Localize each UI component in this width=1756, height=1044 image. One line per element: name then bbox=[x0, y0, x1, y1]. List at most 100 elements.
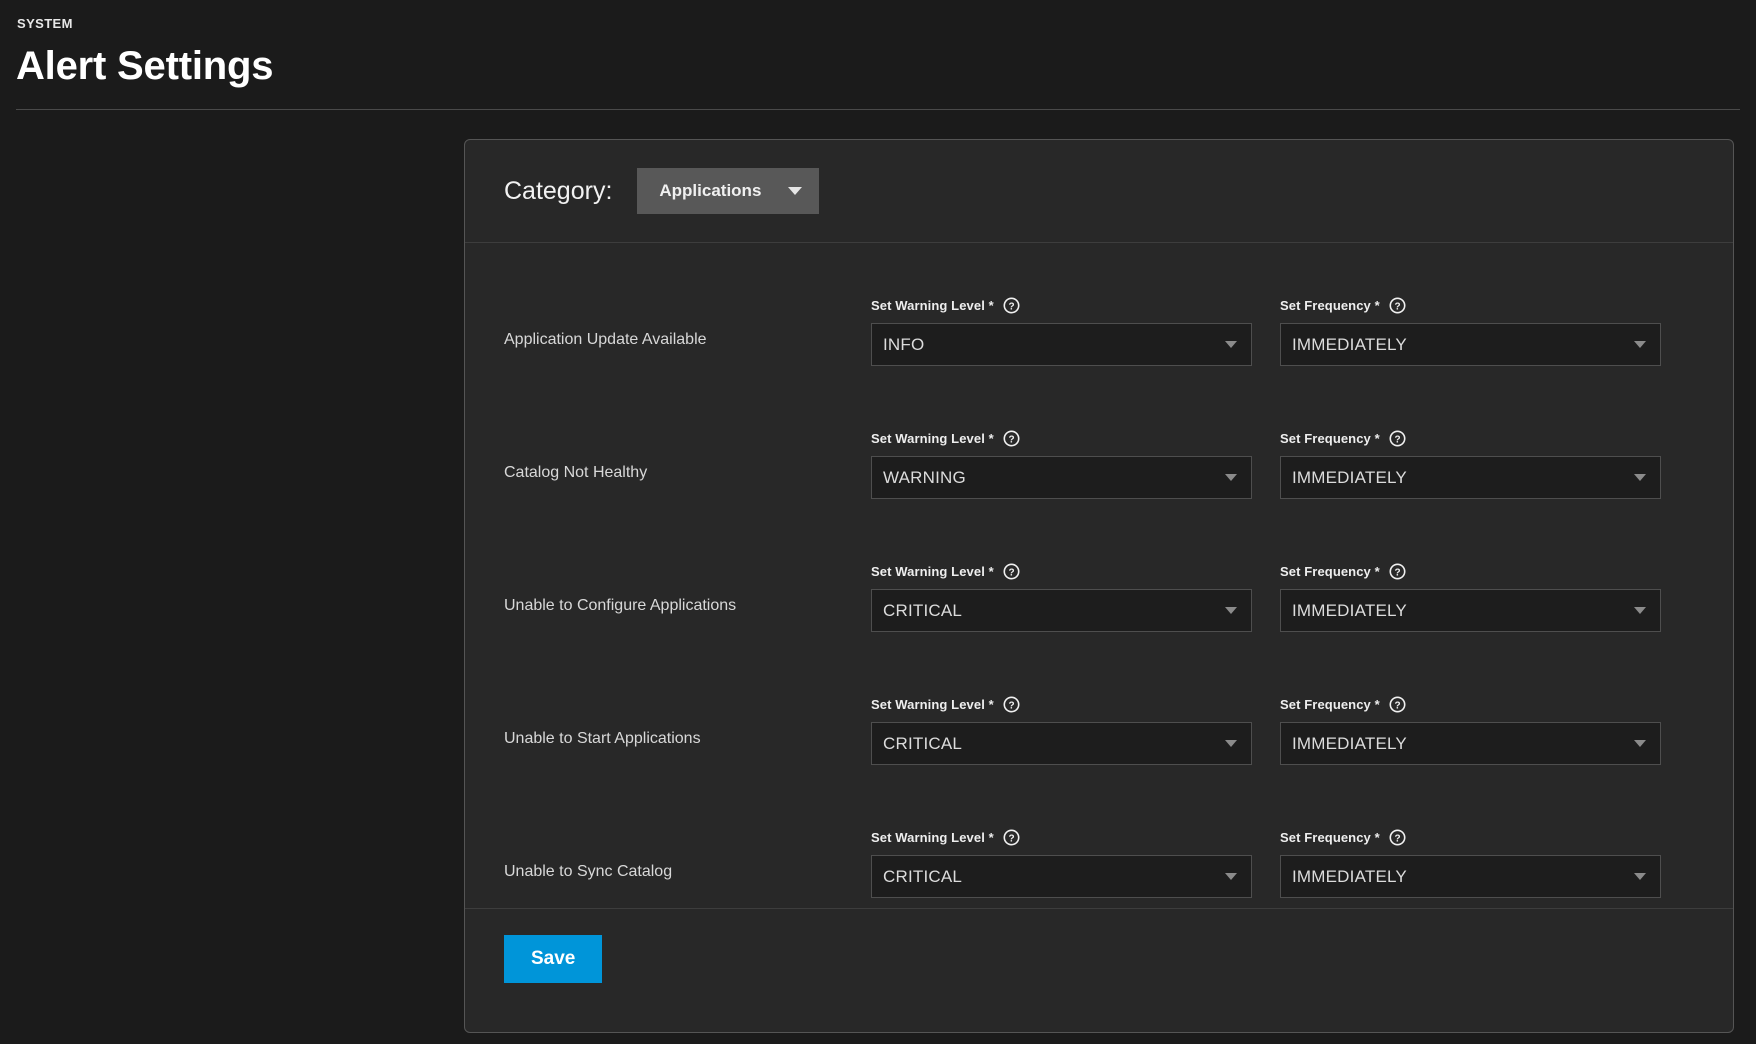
category-selected-value: Applications bbox=[659, 181, 762, 200]
warning-level-label-row: Set Warning Level *? bbox=[871, 562, 1252, 580]
help-circle-icon[interactable]: ? bbox=[1389, 563, 1406, 580]
frequency-label: Set Frequency * bbox=[1280, 563, 1380, 579]
warning-level-select[interactable]: WARNING bbox=[871, 456, 1252, 499]
warning-level-label-row: Set Warning Level *? bbox=[871, 828, 1252, 846]
frequency-field: Set Frequency *? IMMEDIATELY bbox=[1280, 296, 1661, 376]
svg-text:?: ? bbox=[1008, 700, 1014, 711]
warning-level-select[interactable]: CRITICAL bbox=[871, 855, 1252, 898]
svg-text:?: ? bbox=[1008, 833, 1014, 844]
frequency-select[interactable]: IMMEDIATELY bbox=[1280, 589, 1661, 632]
warning-level-label-row: Set Warning Level *? bbox=[871, 296, 1252, 314]
svg-text:?: ? bbox=[1008, 301, 1014, 312]
chevron-down-icon bbox=[1225, 341, 1237, 348]
svg-text:?: ? bbox=[1394, 434, 1400, 445]
chevron-down-icon bbox=[1634, 474, 1646, 481]
frequency-value: IMMEDIATELY bbox=[1292, 866, 1407, 886]
warning-level-field: Set Warning Level *? INFO bbox=[871, 296, 1252, 376]
save-button[interactable]: Save bbox=[504, 934, 603, 983]
warning-level-field: Set Warning Level *? CRITICAL bbox=[871, 695, 1252, 775]
chevron-down-icon bbox=[1634, 873, 1646, 880]
warning-level-label-row: Set Warning Level *? bbox=[871, 429, 1252, 447]
help-circle-icon[interactable]: ? bbox=[1003, 563, 1020, 580]
warning-level-label: Set Warning Level * bbox=[871, 829, 994, 845]
frequency-label-row: Set Frequency *? bbox=[1280, 695, 1661, 713]
category-label: Category: bbox=[504, 177, 613, 205]
warning-level-label: Set Warning Level * bbox=[871, 563, 994, 579]
page-header: SYSTEM Alert Settings bbox=[0, 0, 1756, 110]
help-circle-icon[interactable]: ? bbox=[1389, 829, 1406, 846]
alert-row-label: Unable to Sync Catalog bbox=[504, 863, 673, 880]
header-divider bbox=[16, 109, 1740, 110]
warning-level-label: Set Warning Level * bbox=[871, 696, 994, 712]
frequency-label: Set Frequency * bbox=[1280, 696, 1380, 712]
warning-level-value: CRITICAL bbox=[883, 866, 963, 886]
warning-level-label: Set Warning Level * bbox=[871, 430, 994, 446]
svg-text:?: ? bbox=[1394, 567, 1400, 578]
warning-level-label-row: Set Warning Level *? bbox=[871, 695, 1252, 713]
frequency-select[interactable]: IMMEDIATELY bbox=[1280, 456, 1661, 499]
help-circle-icon[interactable]: ? bbox=[1389, 297, 1406, 314]
chevron-down-icon bbox=[1634, 740, 1646, 747]
chevron-down-icon bbox=[1225, 474, 1237, 481]
alert-row-label: Application Update Available bbox=[504, 331, 707, 348]
chevron-down-icon bbox=[1225, 740, 1237, 747]
svg-text:?: ? bbox=[1394, 301, 1400, 312]
category-dropdown[interactable]: Applications bbox=[637, 168, 820, 214]
frequency-value: IMMEDIATELY bbox=[1292, 467, 1407, 487]
frequency-label: Set Frequency * bbox=[1280, 297, 1380, 313]
warning-level-field: Set Warning Level *? CRITICAL bbox=[871, 562, 1252, 642]
frequency-select[interactable]: IMMEDIATELY bbox=[1280, 855, 1661, 898]
svg-text:?: ? bbox=[1008, 567, 1014, 578]
frequency-label: Set Frequency * bbox=[1280, 829, 1380, 845]
help-circle-icon[interactable]: ? bbox=[1003, 696, 1020, 713]
warning-level-value: WARNING bbox=[883, 467, 966, 487]
warning-level-field: Set Warning Level *? WARNING bbox=[871, 429, 1252, 509]
help-circle-icon[interactable]: ? bbox=[1003, 829, 1020, 846]
warning-level-value: CRITICAL bbox=[883, 600, 963, 620]
chevron-down-icon bbox=[1225, 607, 1237, 614]
frequency-select[interactable]: IMMEDIATELY bbox=[1280, 722, 1661, 765]
frequency-label: Set Frequency * bbox=[1280, 430, 1380, 446]
frequency-label-row: Set Frequency *? bbox=[1280, 828, 1661, 846]
alert-rows: Application Update Available Set Warning … bbox=[465, 243, 1733, 908]
help-circle-icon[interactable]: ? bbox=[1389, 430, 1406, 447]
warning-level-value: INFO bbox=[883, 334, 925, 354]
warning-level-select[interactable]: CRITICAL bbox=[871, 589, 1252, 632]
warning-level-label: Set Warning Level * bbox=[871, 297, 994, 313]
frequency-value: IMMEDIATELY bbox=[1292, 733, 1407, 753]
chevron-down-icon bbox=[1634, 607, 1646, 614]
alert-row-label: Catalog Not Healthy bbox=[504, 464, 648, 481]
frequency-value: IMMEDIATELY bbox=[1292, 334, 1407, 354]
frequency-select[interactable]: IMMEDIATELY bbox=[1280, 323, 1661, 366]
frequency-field: Set Frequency *? IMMEDIATELY bbox=[1280, 429, 1661, 509]
frequency-value: IMMEDIATELY bbox=[1292, 600, 1407, 620]
help-circle-icon[interactable]: ? bbox=[1003, 430, 1020, 447]
frequency-field: Set Frequency *? IMMEDIATELY bbox=[1280, 695, 1661, 775]
chevron-down-icon bbox=[788, 187, 803, 195]
warning-level-field: Set Warning Level *? CRITICAL bbox=[871, 828, 1252, 908]
alert-row: Unable to Start Applications Set Warning … bbox=[465, 642, 1733, 775]
help-circle-icon[interactable]: ? bbox=[1003, 297, 1020, 314]
alert-row: Application Update Available Set Warning … bbox=[465, 243, 1733, 376]
alert-settings-card: Category: Applications Application Updat… bbox=[464, 139, 1734, 1033]
page-title: Alert Settings bbox=[16, 44, 274, 88]
chevron-down-icon bbox=[1225, 873, 1237, 880]
help-circle-icon[interactable]: ? bbox=[1389, 696, 1406, 713]
svg-text:?: ? bbox=[1394, 833, 1400, 844]
card-footer: Save bbox=[465, 908, 1733, 1008]
alert-row-label: Unable to Configure Applications bbox=[504, 597, 737, 614]
alert-row-label: Unable to Start Applications bbox=[504, 730, 701, 747]
frequency-label-row: Set Frequency *? bbox=[1280, 296, 1661, 314]
frequency-field: Set Frequency *? IMMEDIATELY bbox=[1280, 828, 1661, 908]
warning-level-select[interactable]: INFO bbox=[871, 323, 1252, 366]
warning-level-value: CRITICAL bbox=[883, 733, 963, 753]
svg-text:?: ? bbox=[1394, 700, 1400, 711]
alert-row: Catalog Not Healthy Set Warning Level *? W… bbox=[465, 376, 1733, 509]
breadcrumb-system: SYSTEM bbox=[17, 16, 73, 31]
frequency-label-row: Set Frequency *? bbox=[1280, 429, 1661, 447]
frequency-label-row: Set Frequency *? bbox=[1280, 562, 1661, 580]
warning-level-select[interactable]: CRITICAL bbox=[871, 722, 1252, 765]
frequency-field: Set Frequency *? IMMEDIATELY bbox=[1280, 562, 1661, 642]
alert-row: Unable to Sync Catalog Set Warning Level … bbox=[465, 775, 1733, 908]
svg-text:?: ? bbox=[1008, 434, 1014, 445]
